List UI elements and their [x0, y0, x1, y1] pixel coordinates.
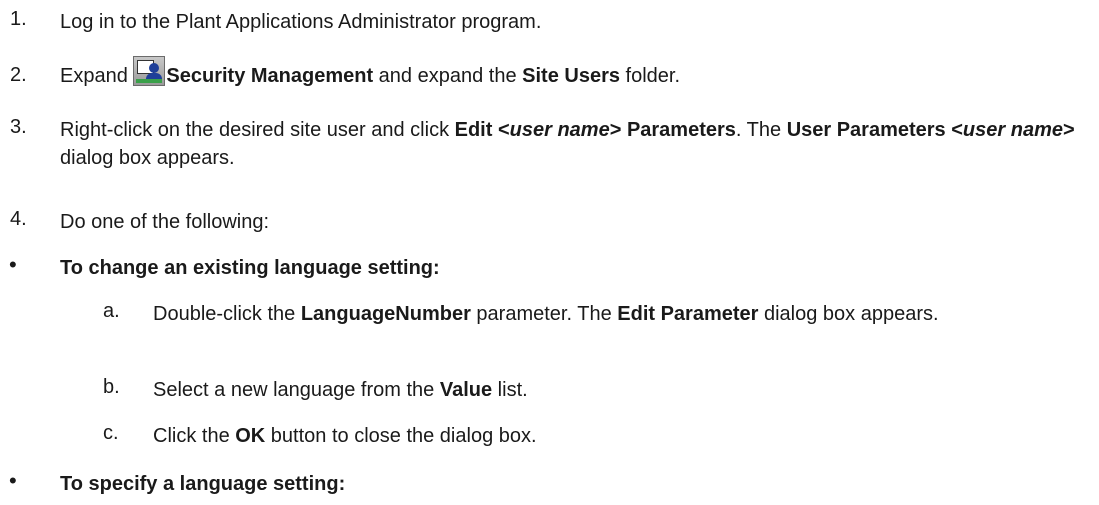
- substep-letter: b.: [103, 376, 120, 398]
- user-name-placeholder: user name: [509, 119, 610, 141]
- substep-text-post: dialog box appears.: [758, 303, 939, 325]
- option-title: To specify a language setting:: [60, 473, 346, 495]
- step-text: Right-click on the desired site user and…: [60, 116, 1085, 172]
- user-name-placeholder: user name: [962, 119, 1063, 141]
- substep-text-pre: Click the: [153, 425, 236, 447]
- user-params-label-b: >: [1062, 119, 1075, 141]
- edit-label-a: Edit <: [454, 119, 510, 141]
- step-text-mid: and expand the: [373, 65, 523, 87]
- step-text-pre: Right-click on the desired site user and…: [60, 119, 455, 141]
- step-number: 4.: [10, 208, 27, 230]
- substep-text: Click the OK button to close the dialog …: [153, 422, 1085, 450]
- security-management-label: Security Management: [166, 65, 374, 87]
- substep-letter: c.: [103, 422, 119, 444]
- step-number: 2.: [10, 64, 27, 86]
- step-text: Do one of the following:: [60, 211, 270, 233]
- step-number: 1.: [10, 8, 27, 30]
- user-parameters-label: User Parameters <user name>: [787, 119, 1075, 141]
- site-users-label: Site Users: [522, 65, 620, 87]
- value-label: Value: [439, 379, 493, 401]
- step-number: 3.: [10, 116, 27, 138]
- step-text-mid: . The: [735, 119, 787, 141]
- edit-parameter-label: Edit Parameter: [617, 303, 759, 325]
- substep-text: Double-click the LanguageNumber paramete…: [153, 300, 1085, 328]
- step-text: Expand Security Management and expand th…: [60, 56, 1085, 94]
- step-text-pre: Expand: [60, 65, 134, 87]
- substep-text-pre: Double-click the: [153, 303, 301, 325]
- step-text-post: dialog box appears.: [60, 147, 235, 169]
- edit-parameters-label: Edit <user name> Parameters: [455, 119, 736, 141]
- language-number-label: LanguageNumber: [300, 303, 471, 325]
- security-management-icon: [133, 56, 166, 86]
- bullet: •: [9, 468, 17, 493]
- user-params-label-a: User Parameters <: [786, 119, 963, 141]
- bullet: •: [9, 252, 17, 277]
- substep-text-mid: parameter. The: [470, 303, 618, 325]
- step-text-post: folder.: [619, 65, 681, 87]
- substep-text-post: list.: [492, 379, 528, 401]
- ok-label: OK: [235, 425, 266, 447]
- substep-letter: a.: [103, 300, 120, 322]
- substep-text: Select a new language from the Value lis…: [153, 376, 1085, 404]
- edit-label-b: > Parameters: [609, 119, 736, 141]
- substep-text-post: button to close the dialog box.: [265, 425, 537, 447]
- option-title: To change an existing language setting:: [60, 257, 440, 279]
- substep-text-pre: Select a new language from the: [153, 379, 440, 401]
- step-text: Log in to the Plant Applications Adminis…: [60, 11, 542, 33]
